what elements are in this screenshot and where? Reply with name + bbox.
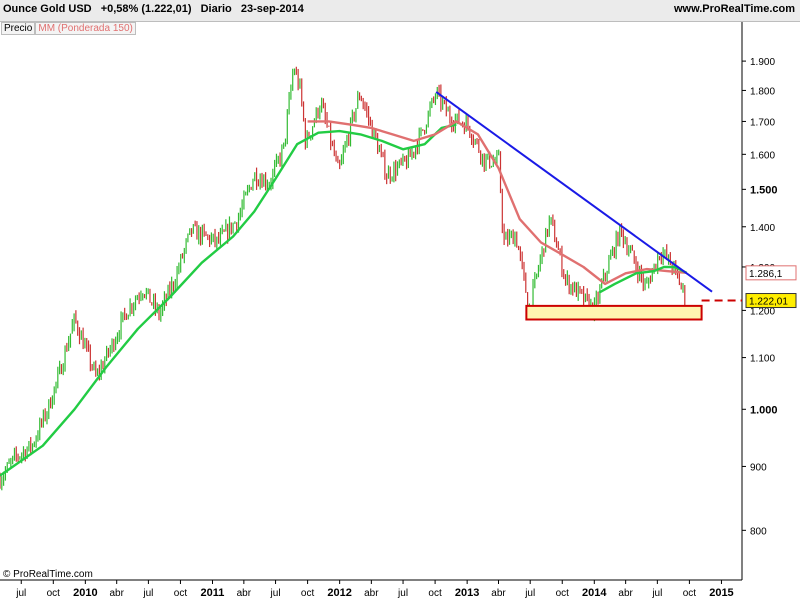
x-tick-label: abr bbox=[237, 588, 252, 599]
x-tick-label: abr bbox=[618, 588, 633, 599]
legend-price[interactable]: Precio bbox=[1, 22, 36, 35]
price-change: +0,58% (1.222,01) bbox=[100, 3, 192, 15]
x-tick-label: jul bbox=[15, 588, 26, 599]
current-price-label: 1.222,01 bbox=[749, 297, 788, 308]
x-tick-label: 2011 bbox=[201, 587, 225, 599]
x-tick-label: jul bbox=[397, 588, 408, 599]
instrument-name: Ounce Gold USD bbox=[3, 3, 92, 15]
y-axis: 8009001.0001.1001.2001.3001.4001.5001.60… bbox=[742, 57, 797, 537]
x-axis: jul oct 2010 abr jul oct 2011 abr jul oct 2012 abr j… bbox=[15, 580, 734, 599]
copyright: © ProRealTime.com bbox=[3, 569, 93, 580]
x-tick-label: abr bbox=[109, 588, 124, 599]
y-tick-label: 800 bbox=[750, 526, 767, 537]
legend: Precio MM (Ponderada 150) bbox=[1, 22, 136, 35]
x-tick-label: oct bbox=[174, 588, 188, 599]
x-tick-label: 2015 bbox=[709, 587, 733, 599]
y-tick-label: 900 bbox=[750, 462, 767, 473]
x-tick-label: jul bbox=[524, 588, 535, 599]
x-tick-label: oct bbox=[47, 588, 61, 599]
x-tick-label: jul bbox=[142, 588, 153, 599]
y-tick-label: 1.700 bbox=[750, 117, 775, 128]
y-tick-label: 1.500 bbox=[750, 184, 778, 196]
price-chart: 8009001.0001.1001.2001.3001.4001.5001.60… bbox=[0, 22, 797, 599]
x-tick-label: oct bbox=[556, 588, 570, 599]
y-tick-label: 1.100 bbox=[750, 354, 775, 365]
x-tick-label: oct bbox=[301, 588, 315, 599]
y-tick-label: 1.600 bbox=[750, 150, 775, 161]
x-tick-label: 2012 bbox=[327, 587, 351, 599]
y-tick-label: 1.900 bbox=[750, 57, 775, 68]
y-tick-label: 1.400 bbox=[750, 223, 775, 234]
ma-level-label: 1.286,1 bbox=[749, 269, 783, 280]
legend-moving-average[interactable]: MM (Ponderada 150) bbox=[35, 22, 136, 35]
y-tick-label: 1.200 bbox=[750, 306, 775, 317]
y-tick-label: 1.000 bbox=[750, 404, 778, 416]
timeframe: Diario bbox=[200, 3, 232, 15]
x-tick-label: 2013 bbox=[455, 587, 479, 599]
site-link[interactable]: www.ProRealTime.com bbox=[674, 3, 795, 15]
x-tick-label: oct bbox=[428, 588, 442, 599]
y-tick-label: 1.800 bbox=[750, 86, 775, 97]
x-tick-label: abr bbox=[364, 588, 379, 599]
x-tick-label: abr bbox=[491, 588, 506, 599]
chart-header: Ounce Gold USD +0,58% (1.222,01) Diario … bbox=[0, 0, 800, 22]
chart-overlays bbox=[435, 91, 742, 321]
chart-date: 23-sep-2014 bbox=[240, 3, 304, 15]
moving-average-line bbox=[307, 120, 687, 286]
support-zone bbox=[525, 304, 703, 321]
moving-average-line bbox=[0, 123, 457, 477]
price-candles bbox=[0, 66, 686, 491]
x-tick-label: jul bbox=[270, 588, 281, 599]
x-tick-label: 2010 bbox=[73, 587, 97, 599]
x-tick-label: jul bbox=[651, 588, 662, 599]
x-tick-label: 2014 bbox=[582, 587, 607, 599]
x-tick-label: oct bbox=[683, 588, 697, 599]
